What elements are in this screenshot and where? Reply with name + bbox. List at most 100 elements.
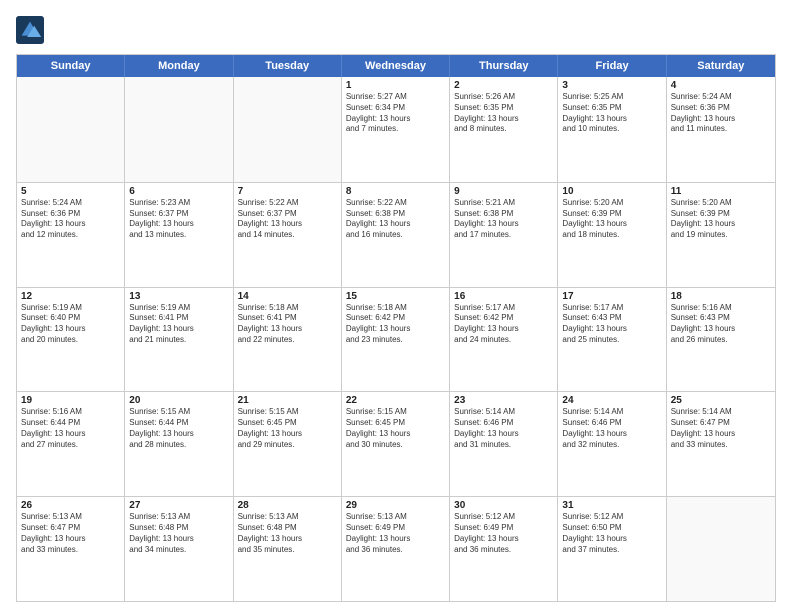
day-number: 9 [454,186,553,197]
cal-cell: 8Sunrise: 5:22 AMSunset: 6:38 PMDaylight… [342,183,450,287]
cell-info: Sunrise: 5:13 AMSunset: 6:49 PMDaylight:… [346,512,445,555]
cal-cell: 31Sunrise: 5:12 AMSunset: 6:50 PMDayligh… [558,497,666,601]
cal-cell: 25Sunrise: 5:14 AMSunset: 6:47 PMDayligh… [667,392,775,496]
cell-info: Sunrise: 5:16 AMSunset: 6:44 PMDaylight:… [21,407,120,450]
cell-info: Sunrise: 5:22 AMSunset: 6:38 PMDaylight:… [346,198,445,241]
cal-cell [17,77,125,182]
cal-cell: 3Sunrise: 5:25 AMSunset: 6:35 PMDaylight… [558,77,666,182]
day-number: 4 [671,80,771,91]
day-number: 22 [346,395,445,406]
cal-header-day: Wednesday [342,55,450,77]
cell-info: Sunrise: 5:17 AMSunset: 6:43 PMDaylight:… [562,303,661,346]
day-number: 5 [21,186,120,197]
cell-info: Sunrise: 5:26 AMSunset: 6:35 PMDaylight:… [454,92,553,135]
cell-info: Sunrise: 5:13 AMSunset: 6:48 PMDaylight:… [238,512,337,555]
cell-info: Sunrise: 5:20 AMSunset: 6:39 PMDaylight:… [562,198,661,241]
cell-info: Sunrise: 5:18 AMSunset: 6:41 PMDaylight:… [238,303,337,346]
cell-info: Sunrise: 5:15 AMSunset: 6:44 PMDaylight:… [129,407,228,450]
cal-cell: 10Sunrise: 5:20 AMSunset: 6:39 PMDayligh… [558,183,666,287]
day-number: 30 [454,500,553,511]
cell-info: Sunrise: 5:18 AMSunset: 6:42 PMDaylight:… [346,303,445,346]
cell-info: Sunrise: 5:19 AMSunset: 6:41 PMDaylight:… [129,303,228,346]
day-number: 12 [21,291,120,302]
cal-cell [125,77,233,182]
cal-row: 5Sunrise: 5:24 AMSunset: 6:36 PMDaylight… [17,182,775,287]
day-number: 17 [562,291,661,302]
cal-cell: 2Sunrise: 5:26 AMSunset: 6:35 PMDaylight… [450,77,558,182]
cal-row: 26Sunrise: 5:13 AMSunset: 6:47 PMDayligh… [17,496,775,601]
day-number: 1 [346,80,445,91]
cell-info: Sunrise: 5:16 AMSunset: 6:43 PMDaylight:… [671,303,771,346]
day-number: 2 [454,80,553,91]
cell-info: Sunrise: 5:13 AMSunset: 6:47 PMDaylight:… [21,512,120,555]
day-number: 19 [21,395,120,406]
cell-info: Sunrise: 5:20 AMSunset: 6:39 PMDaylight:… [671,198,771,241]
header [16,16,776,44]
day-number: 3 [562,80,661,91]
day-number: 21 [238,395,337,406]
day-number: 8 [346,186,445,197]
cal-row: 12Sunrise: 5:19 AMSunset: 6:40 PMDayligh… [17,287,775,392]
cell-info: Sunrise: 5:14 AMSunset: 6:46 PMDaylight:… [562,407,661,450]
cal-cell: 30Sunrise: 5:12 AMSunset: 6:49 PMDayligh… [450,497,558,601]
day-number: 23 [454,395,553,406]
cal-cell: 26Sunrise: 5:13 AMSunset: 6:47 PMDayligh… [17,497,125,601]
logo [16,16,48,44]
day-number: 29 [346,500,445,511]
cal-cell: 15Sunrise: 5:18 AMSunset: 6:42 PMDayligh… [342,288,450,392]
cal-cell: 6Sunrise: 5:23 AMSunset: 6:37 PMDaylight… [125,183,233,287]
cal-header-day: Sunday [17,55,125,77]
day-number: 27 [129,500,228,511]
cal-cell: 29Sunrise: 5:13 AMSunset: 6:49 PMDayligh… [342,497,450,601]
day-number: 25 [671,395,771,406]
cal-cell: 13Sunrise: 5:19 AMSunset: 6:41 PMDayligh… [125,288,233,392]
day-number: 6 [129,186,228,197]
cal-row: 1Sunrise: 5:27 AMSunset: 6:34 PMDaylight… [17,77,775,182]
cal-cell: 4Sunrise: 5:24 AMSunset: 6:36 PMDaylight… [667,77,775,182]
cal-header-day: Monday [125,55,233,77]
cal-header-day: Tuesday [234,55,342,77]
cal-cell: 28Sunrise: 5:13 AMSunset: 6:48 PMDayligh… [234,497,342,601]
cal-cell: 11Sunrise: 5:20 AMSunset: 6:39 PMDayligh… [667,183,775,287]
cal-cell: 21Sunrise: 5:15 AMSunset: 6:45 PMDayligh… [234,392,342,496]
day-number: 28 [238,500,337,511]
cal-header-day: Friday [558,55,666,77]
day-number: 26 [21,500,120,511]
cell-info: Sunrise: 5:13 AMSunset: 6:48 PMDaylight:… [129,512,228,555]
day-number: 10 [562,186,661,197]
cal-header-day: Thursday [450,55,558,77]
cal-cell: 17Sunrise: 5:17 AMSunset: 6:43 PMDayligh… [558,288,666,392]
calendar-body: 1Sunrise: 5:27 AMSunset: 6:34 PMDaylight… [17,77,775,601]
cell-info: Sunrise: 5:25 AMSunset: 6:35 PMDaylight:… [562,92,661,135]
cell-info: Sunrise: 5:27 AMSunset: 6:34 PMDaylight:… [346,92,445,135]
cal-cell: 1Sunrise: 5:27 AMSunset: 6:34 PMDaylight… [342,77,450,182]
cell-info: Sunrise: 5:19 AMSunset: 6:40 PMDaylight:… [21,303,120,346]
day-number: 16 [454,291,553,302]
calendar: SundayMondayTuesdayWednesdayThursdayFrid… [16,54,776,602]
cell-info: Sunrise: 5:12 AMSunset: 6:50 PMDaylight:… [562,512,661,555]
cell-info: Sunrise: 5:24 AMSunset: 6:36 PMDaylight:… [21,198,120,241]
day-number: 15 [346,291,445,302]
day-number: 18 [671,291,771,302]
cal-cell: 27Sunrise: 5:13 AMSunset: 6:48 PMDayligh… [125,497,233,601]
cal-cell: 5Sunrise: 5:24 AMSunset: 6:36 PMDaylight… [17,183,125,287]
cal-header-day: Saturday [667,55,775,77]
cal-cell [667,497,775,601]
calendar-header: SundayMondayTuesdayWednesdayThursdayFrid… [17,55,775,77]
day-number: 31 [562,500,661,511]
cal-cell [234,77,342,182]
cal-cell: 23Sunrise: 5:14 AMSunset: 6:46 PMDayligh… [450,392,558,496]
cell-info: Sunrise: 5:23 AMSunset: 6:37 PMDaylight:… [129,198,228,241]
cal-cell: 18Sunrise: 5:16 AMSunset: 6:43 PMDayligh… [667,288,775,392]
cal-cell: 24Sunrise: 5:14 AMSunset: 6:46 PMDayligh… [558,392,666,496]
cal-cell: 16Sunrise: 5:17 AMSunset: 6:42 PMDayligh… [450,288,558,392]
cal-cell: 12Sunrise: 5:19 AMSunset: 6:40 PMDayligh… [17,288,125,392]
cell-info: Sunrise: 5:12 AMSunset: 6:49 PMDaylight:… [454,512,553,555]
day-number: 7 [238,186,337,197]
cell-info: Sunrise: 5:15 AMSunset: 6:45 PMDaylight:… [238,407,337,450]
cal-cell: 22Sunrise: 5:15 AMSunset: 6:45 PMDayligh… [342,392,450,496]
cal-row: 19Sunrise: 5:16 AMSunset: 6:44 PMDayligh… [17,391,775,496]
cell-info: Sunrise: 5:22 AMSunset: 6:37 PMDaylight:… [238,198,337,241]
cal-cell: 9Sunrise: 5:21 AMSunset: 6:38 PMDaylight… [450,183,558,287]
cal-cell: 20Sunrise: 5:15 AMSunset: 6:44 PMDayligh… [125,392,233,496]
